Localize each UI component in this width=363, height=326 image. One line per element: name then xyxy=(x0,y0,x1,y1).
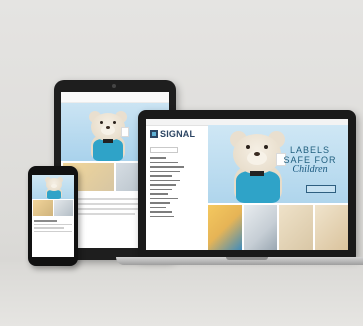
brand-name: SIGNAL xyxy=(160,129,196,139)
product-mockup-scene: SIGNAL LABELS SAFE FOR Children xyxy=(0,0,363,326)
hero-headline: LABELS SAFE FOR Children xyxy=(280,145,340,175)
menu-item[interactable] xyxy=(150,211,172,213)
search-input[interactable] xyxy=(150,147,178,153)
teddy-bear-image xyxy=(83,109,133,161)
product-card[interactable] xyxy=(33,200,53,216)
menu-item[interactable] xyxy=(150,170,180,172)
product-tile[interactable] xyxy=(314,205,348,250)
menu-item[interactable] xyxy=(150,157,166,159)
product-tile[interactable] xyxy=(208,205,242,250)
menu-item[interactable] xyxy=(150,161,178,163)
tablet-camera xyxy=(112,84,116,88)
product-tile[interactable] xyxy=(243,205,277,250)
laptop-screen: SIGNAL LABELS SAFE FOR Children xyxy=(146,119,348,250)
signal-square-icon xyxy=(150,130,158,138)
menu-item[interactable] xyxy=(150,188,172,190)
laptop-trackpad-notch xyxy=(226,257,268,260)
menu-item[interactable] xyxy=(150,166,184,168)
tablet-header xyxy=(61,92,169,103)
product-card[interactable] xyxy=(53,200,73,216)
phone-hero-image xyxy=(32,175,74,199)
hero-banner: LABELS SAFE FOR Children xyxy=(208,125,348,203)
menu-item[interactable] xyxy=(150,179,180,181)
menu-item[interactable] xyxy=(150,202,170,204)
menu-item[interactable] xyxy=(150,193,168,195)
phone-device xyxy=(28,166,78,266)
menu-item[interactable] xyxy=(150,215,174,217)
menu-item[interactable] xyxy=(150,197,178,199)
menu-item[interactable] xyxy=(150,206,166,208)
surface xyxy=(0,262,363,326)
menu-item[interactable] xyxy=(150,184,176,186)
laptop-device: SIGNAL LABELS SAFE FOR Children xyxy=(138,110,356,258)
product-tiles xyxy=(208,205,348,250)
phone-screen xyxy=(32,175,74,257)
site-sidebar: SIGNAL xyxy=(146,125,208,250)
menu-item[interactable] xyxy=(150,175,172,177)
product-tile[interactable] xyxy=(279,205,313,250)
hero-line-1: LABELS xyxy=(289,145,331,155)
hero-cta-button[interactable] xyxy=(306,185,336,193)
signal-logo[interactable]: SIGNAL xyxy=(150,129,208,139)
hero-line-3: Children xyxy=(292,164,328,175)
sidebar-menu xyxy=(150,157,208,217)
teddy-bear-image xyxy=(42,176,66,199)
phone-text-block xyxy=(32,217,74,235)
phone-product-cards xyxy=(32,199,74,217)
